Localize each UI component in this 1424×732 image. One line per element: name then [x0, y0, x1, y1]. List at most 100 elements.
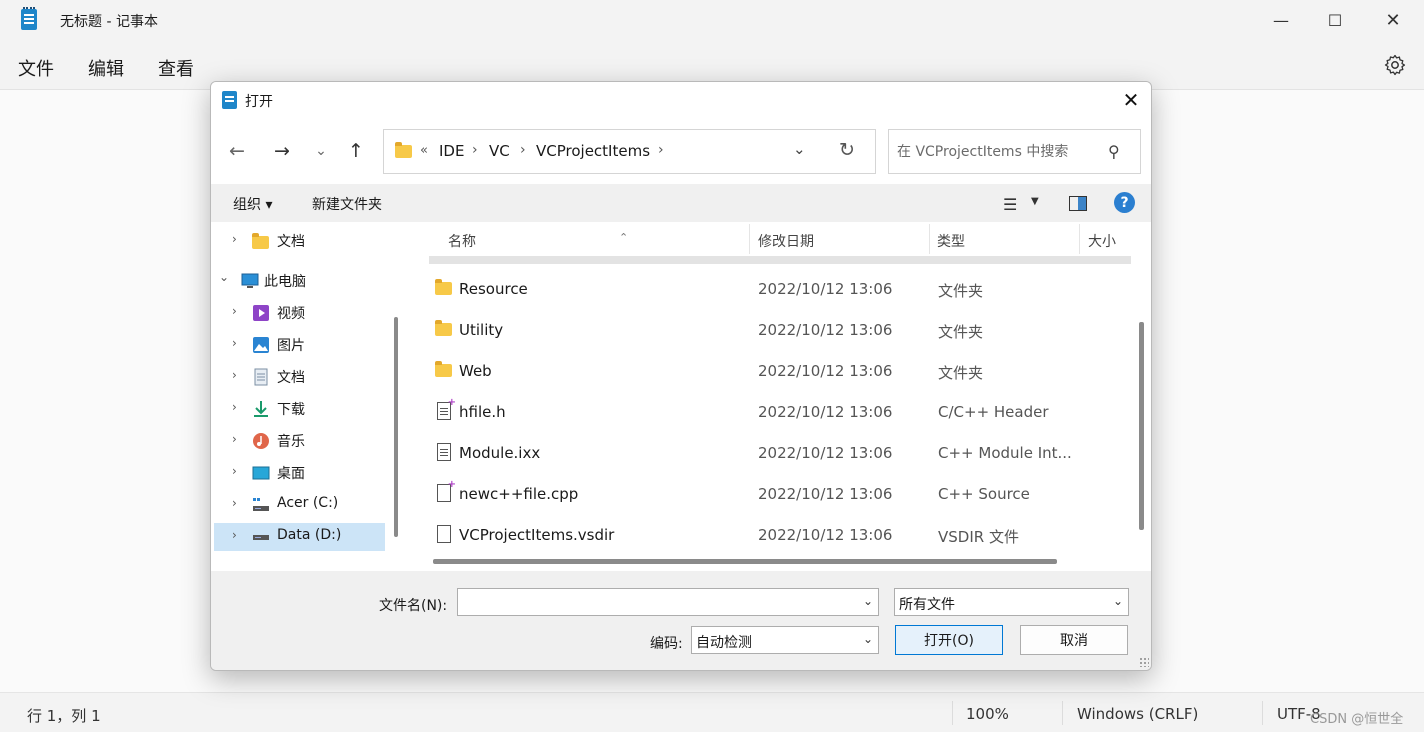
chevron-down-icon: ⌄: [862, 632, 873, 646]
file-date: 2022/10/12 13:06: [758, 526, 893, 544]
sidebar-scrollbar[interactable]: [394, 317, 398, 537]
resize-grip-icon[interactable]: [1139, 657, 1149, 667]
cancel-button[interactable]: 取消: [1020, 625, 1128, 655]
search-box[interactable]: ⚲: [888, 129, 1141, 174]
organize-button[interactable]: 组织 ▾: [233, 194, 272, 214]
menu-view[interactable]: 查看: [158, 55, 194, 81]
search-icon[interactable]: ⚲: [1108, 142, 1120, 161]
menu-edit[interactable]: 编辑: [88, 55, 124, 81]
chevron-right-icon[interactable]: ›: [232, 432, 237, 446]
sidebar-item-desktop[interactable]: › 桌面: [214, 459, 385, 487]
close-window-button[interactable]: ✕: [1370, 6, 1416, 34]
chevron-right-icon[interactable]: ›: [232, 464, 237, 478]
download-icon: [254, 401, 268, 417]
refresh-icon[interactable]: ↻: [839, 139, 855, 161]
column-header-name[interactable]: ⌃ 名称: [439, 222, 749, 256]
search-input[interactable]: [897, 141, 1097, 163]
column-header-type[interactable]: 类型: [930, 222, 1080, 256]
chevron-right-icon: ›: [520, 142, 526, 158]
menu-file[interactable]: 文件: [18, 55, 54, 81]
status-divider: [1262, 701, 1263, 725]
settings-gear-icon[interactable]: [1383, 53, 1407, 77]
dialog-titlebar: 打开 ✕: [211, 82, 1151, 118]
up-arrow-icon[interactable]: ↑: [342, 138, 370, 164]
notepad-titlebar: 无标题 - 记事本 — ☐ ✕: [0, 0, 1424, 40]
chevron-right-icon[interactable]: ›: [232, 496, 237, 510]
file-type: C++ Module Int...: [938, 444, 1072, 462]
file-name: Utility: [459, 321, 504, 339]
sidebar-item-this-pc[interactable]: ⌄ 此电脑: [214, 267, 385, 295]
file-list-horizontal-scrollbar[interactable]: [433, 559, 1057, 564]
open-button[interactable]: 打开(O): [895, 625, 1003, 655]
breadcrumb-overflow[interactable]: «: [420, 143, 428, 158]
recent-locations-icon[interactable]: ⌄: [307, 138, 335, 164]
chevron-right-icon[interactable]: ›: [232, 304, 237, 318]
folder-icon: [435, 320, 453, 338]
file-date: 2022/10/12 13:06: [758, 403, 893, 421]
file-row-utility[interactable]: Utility 2022/10/12 13:06 文件夹: [429, 309, 1131, 350]
file-row-module[interactable]: Module.ixx 2022/10/12 13:06 C++ Module I…: [429, 432, 1131, 473]
chevron-down-icon[interactable]: ⌄: [863, 594, 873, 608]
chevron-right-icon[interactable]: ›: [232, 336, 237, 350]
folder-icon: [435, 361, 453, 379]
filename-label: 文件名(N):: [379, 598, 448, 614]
minimize-button[interactable]: —: [1258, 6, 1304, 34]
blank-file-icon: [435, 525, 453, 543]
sidebar-item-music[interactable]: › 音乐: [214, 427, 385, 455]
sidebar-item-videos[interactable]: › 视频: [214, 299, 385, 327]
sidebar-item-drive-d[interactable]: › Data (D:): [214, 523, 385, 551]
file-row-resource[interactable]: Resource 2022/10/12 13:06 文件夹: [429, 268, 1131, 309]
chevron-right-icon[interactable]: ›: [232, 400, 237, 414]
chevron-right-icon[interactable]: ›: [232, 368, 237, 382]
breadcrumb-vcprojectitems[interactable]: VCProjectItems: [536, 142, 650, 160]
chevron-down-icon[interactable]: ⌄: [793, 140, 806, 158]
sidebar-item-downloads[interactable]: › 下载: [214, 395, 385, 423]
line-ending: Windows (CRLF): [1077, 705, 1199, 723]
file-type-filter-value: 所有文件: [899, 597, 955, 613]
sidebar-item-label: Data (D:): [277, 527, 342, 543]
sidebar-item-label: 图片: [277, 338, 305, 354]
column-header-size[interactable]: 大小: [1080, 222, 1140, 256]
help-icon[interactable]: ?: [1114, 192, 1135, 213]
computer-icon: [241, 273, 259, 288]
preview-pane-icon[interactable]: [1069, 196, 1087, 211]
breadcrumb-vc[interactable]: VC: [489, 142, 510, 160]
encoding-select[interactable]: 自动检测 ⌄: [691, 626, 879, 654]
file-type-filter-select[interactable]: 所有文件 ⌄: [894, 588, 1129, 616]
new-folder-button[interactable]: 新建文件夹: [312, 194, 382, 214]
dialog-title: 打开: [245, 94, 273, 110]
file-date: 2022/10/12 13:06: [758, 444, 893, 462]
filename-combobox[interactable]: ⌄: [457, 588, 879, 616]
chevron-right-icon[interactable]: ›: [232, 528, 237, 542]
maximize-button[interactable]: ☐: [1312, 6, 1358, 34]
back-arrow-icon[interactable]: ←: [223, 138, 251, 164]
sidebar-item-pictures[interactable]: › 图片: [214, 331, 385, 359]
chevron-down-icon[interactable]: ⌄: [219, 270, 229, 284]
view-options-icon[interactable]: ☰: [1003, 195, 1017, 214]
sidebar-item-drive-c[interactable]: › Acer (C:): [214, 491, 385, 519]
file-row-hfile[interactable]: + hfile.h 2022/10/12 13:06 C/C++ Header: [429, 391, 1131, 432]
file-row-newcppfile[interactable]: + newc++file.cpp 2022/10/12 13:06 C++ So…: [429, 473, 1131, 514]
file-list-vertical-scrollbar[interactable]: [1139, 322, 1144, 530]
drive-icon: [253, 498, 269, 511]
sidebar-item-documents-quick[interactable]: › 文档: [214, 227, 385, 255]
breadcrumb-ide[interactable]: IDE: [439, 142, 464, 160]
encoding-label: 编码:: [650, 636, 683, 652]
video-icon: [253, 305, 269, 321]
chevron-right-icon[interactable]: ›: [232, 232, 237, 246]
sidebar-item-documents[interactable]: › 文档: [214, 363, 385, 391]
file-row-vsdir[interactable]: VCProjectItems.vsdir 2022/10/12 13:06 VS…: [429, 514, 1131, 555]
picture-icon: [253, 337, 269, 353]
zoom-level: 100%: [966, 705, 1009, 723]
file-name: VCProjectItems.vsdir: [459, 526, 615, 544]
chevron-right-icon[interactable]: ›: [658, 142, 664, 158]
column-header-date[interactable]: 修改日期: [750, 222, 928, 256]
list-item[interactable]: [429, 256, 1131, 264]
caret-down-icon[interactable]: ▼: [1031, 196, 1039, 207]
file-row-web[interactable]: Web 2022/10/12 13:06 文件夹: [429, 350, 1131, 391]
forward-arrow-icon[interactable]: →: [268, 138, 296, 164]
music-icon: [253, 433, 269, 449]
dialog-close-button[interactable]: ✕: [1117, 87, 1145, 113]
filename-input[interactable]: [462, 593, 842, 611]
address-bar[interactable]: « IDE › VC › VCProjectItems › ⌄ ↻: [383, 129, 876, 174]
